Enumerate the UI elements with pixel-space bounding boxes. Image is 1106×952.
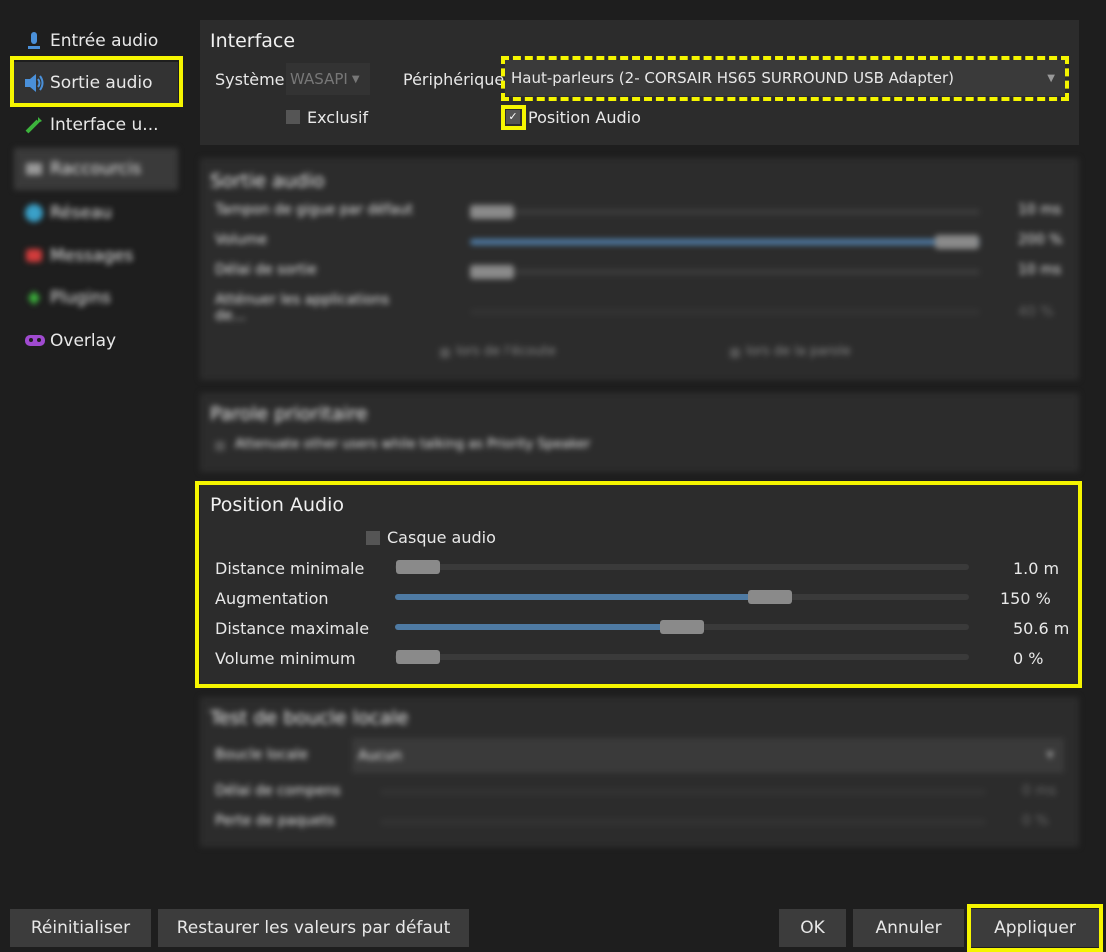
highlight-device-select xyxy=(501,56,1069,101)
exclusive-checkbox[interactable] xyxy=(286,110,300,124)
gamepad-icon xyxy=(24,331,45,351)
globe-icon xyxy=(24,203,44,223)
packet-loss-label: Perte de paquets xyxy=(215,813,335,829)
system-select-value: WASAPI xyxy=(290,70,348,88)
sidebar-item-label: Réseau xyxy=(50,203,113,223)
packet-loss-slider[interactable] xyxy=(380,819,986,825)
loopback-delay-slider[interactable] xyxy=(380,789,986,795)
positional-audio-label: Position Audio xyxy=(528,108,641,127)
loopback-mode-value: Aucun xyxy=(358,747,402,764)
wand-icon xyxy=(24,115,44,135)
highlight-positional-checkbox xyxy=(501,105,526,130)
attenuate-value: 40 % xyxy=(1018,304,1054,320)
chevron-down-icon: ▼ xyxy=(1046,750,1054,761)
puzzle-icon xyxy=(24,288,44,308)
sidebar-item-label: Messages xyxy=(50,246,134,266)
loopback-mode-label: Boucle locale xyxy=(215,747,308,763)
highlight-positional-group xyxy=(195,481,1082,688)
output-delay-slider[interactable] xyxy=(470,269,980,275)
volume-slider-handle[interactable] xyxy=(935,235,979,249)
sidebar-item-label: Entrée audio xyxy=(50,31,159,51)
while-talking-label: lors de la parole xyxy=(746,344,851,359)
ok-button[interactable]: OK xyxy=(779,909,846,947)
loopback-mode-select[interactable]: Aucun ▼ xyxy=(352,738,1064,773)
highlight-sidebar-output xyxy=(10,56,183,107)
group-title: Interface xyxy=(210,30,296,52)
device-label: Périphérique xyxy=(403,70,505,89)
chevron-down-icon: ▼ xyxy=(351,73,360,85)
packet-loss-value: 0 % xyxy=(1022,813,1049,829)
highlight-apply-button xyxy=(967,904,1103,952)
sidebar-item-label: Overlay xyxy=(50,331,117,351)
jitter-value: 10 ms xyxy=(1018,202,1062,218)
volume-label: Volume xyxy=(215,232,268,248)
system-label: Système xyxy=(215,70,285,89)
group-title: Sortie audio xyxy=(210,170,325,192)
exclusive-label: Exclusif xyxy=(307,108,369,127)
sidebar-item-plugins[interactable]: Plugins xyxy=(14,277,178,319)
priority-attenuate-label: Attenuate other users while talking as P… xyxy=(235,437,591,452)
group-title: Test de boucle locale xyxy=(210,707,409,729)
audio-output-group: Sortie audio Tampon de gigue par défaut … xyxy=(200,158,1079,380)
system-select[interactable]: WASAPI ▼ xyxy=(286,63,370,95)
sidebar-item-overlay[interactable]: Overlay xyxy=(14,320,178,362)
output-delay-value: 10 ms xyxy=(1018,262,1062,278)
microphone-icon xyxy=(24,31,44,51)
sidebar-item-interface[interactable]: Interface u... xyxy=(14,104,178,146)
volume-slider[interactable] xyxy=(470,239,980,245)
group-title: Parole prioritaire xyxy=(210,403,368,425)
priority-speaker-group: Parole prioritaire Attenuate other users… xyxy=(200,393,1079,472)
keyboard-icon xyxy=(24,159,44,179)
while-listening-checkbox[interactable] xyxy=(440,348,450,358)
reset-button[interactable]: Réinitialiser xyxy=(10,909,151,947)
jitter-slider-handle[interactable] xyxy=(470,205,514,219)
output-delay-slider-handle[interactable] xyxy=(470,265,514,279)
sidebar-item-label: Interface u... xyxy=(50,115,159,135)
sidebar-item-messages[interactable]: Messages xyxy=(14,235,178,277)
loopback-delay-value: 0 ms xyxy=(1022,783,1057,799)
cancel-button[interactable]: Annuler xyxy=(853,909,964,947)
volume-value: 200 % xyxy=(1018,232,1063,248)
sidebar-item-network[interactable]: Réseau xyxy=(14,192,178,234)
sidebar-item-shortcuts[interactable]: Raccourcis xyxy=(14,148,178,190)
loopback-group: Test de boucle locale Boucle locale Aucu… xyxy=(200,697,1079,847)
attenuate-label: Atténuer les applications de... xyxy=(215,292,390,324)
jitter-label: Tampon de gigue par défaut xyxy=(215,202,413,218)
restore-defaults-button[interactable]: Restaurer les valeurs par défaut xyxy=(158,909,469,947)
while-listening-label: lors de l'écoute xyxy=(456,344,556,359)
sidebar-item-label: Plugins xyxy=(50,288,111,308)
chat-icon xyxy=(24,246,44,266)
attenuate-slider[interactable] xyxy=(470,309,980,315)
while-talking-checkbox[interactable] xyxy=(730,348,740,358)
jitter-slider[interactable] xyxy=(470,209,980,215)
priority-attenuate-checkbox[interactable] xyxy=(215,441,225,451)
output-delay-label: Délai de sortie xyxy=(215,262,317,278)
loopback-delay-label: Délai de compens xyxy=(215,783,341,799)
sidebar-item-label: Raccourcis xyxy=(50,159,142,179)
